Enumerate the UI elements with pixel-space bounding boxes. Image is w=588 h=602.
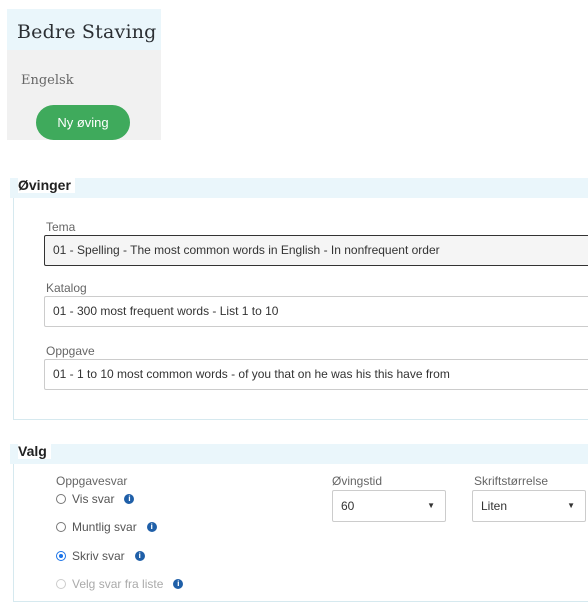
new-exercise-button[interactable]: Ny øving xyxy=(36,105,130,140)
info-icon[interactable]: i xyxy=(134,551,145,561)
subject-label: Engelsk xyxy=(21,73,74,88)
skriftstorrelse-value: Liten xyxy=(481,499,508,513)
radio-velg-svar-fra-liste[interactable]: Velg svar fra liste i xyxy=(56,577,184,591)
radio-icon[interactable] xyxy=(56,494,66,504)
valg-legend: Valg xyxy=(18,443,51,459)
radio-label: Vis svar xyxy=(72,492,115,506)
oppgave-label: Oppgave xyxy=(46,344,95,358)
radio-muntlig-svar[interactable]: Muntlig svar i xyxy=(56,520,157,534)
subject-card: Engelsk Ny øving xyxy=(7,50,161,140)
tema-value: 01 - Spelling - The most common words in… xyxy=(53,243,440,257)
info-icon[interactable]: i xyxy=(124,494,135,504)
radio-icon[interactable] xyxy=(56,551,66,561)
ovingstid-select[interactable]: 60 ▼ xyxy=(332,490,446,522)
skriftstorrelse-label: Skriftstørrelse xyxy=(474,474,549,488)
oppgavesvar-label: Oppgavesvar xyxy=(56,474,128,488)
caret-down-icon: ▼ xyxy=(427,501,435,510)
tema-label: Tema xyxy=(46,220,76,234)
radio-label: Muntlig svar xyxy=(72,520,137,534)
radio-vis-svar[interactable]: Vis svar i xyxy=(56,492,135,506)
ovinger-legend: Øvinger xyxy=(18,177,75,193)
caret-down-icon: ▼ xyxy=(567,501,575,510)
valg-panel: Valg Oppgavesvar Vis svar i Muntlig svar… xyxy=(10,443,588,602)
panel-header xyxy=(10,178,588,198)
radio-label: Skriv svar xyxy=(72,549,125,563)
radio-label: Velg svar fra liste xyxy=(72,577,164,591)
ovingstid-label: Øvingstid xyxy=(332,474,383,488)
ovingstid-value: 60 xyxy=(341,499,355,513)
oppgave-select[interactable]: 01 - 1 to 10 most common words - of you … xyxy=(44,359,588,390)
tema-select[interactable]: 01 - Spelling - The most common words in… xyxy=(44,235,588,266)
brand-card: Bedre Staving Engelsk Ny øving xyxy=(7,9,161,140)
oppgave-value: 01 - 1 to 10 most common words - of you … xyxy=(53,367,450,381)
radio-skriv-svar[interactable]: Skriv svar i xyxy=(56,549,145,563)
katalog-select[interactable]: 01 - 300 most frequent words - List 1 to… xyxy=(44,296,588,327)
app-title: Bedre Staving xyxy=(17,21,157,43)
skriftstorrelse-select[interactable]: Liten ▼ xyxy=(472,490,586,522)
radio-icon[interactable] xyxy=(56,522,66,532)
katalog-value: 01 - 300 most frequent words - List 1 to… xyxy=(53,304,279,318)
katalog-label: Katalog xyxy=(46,281,87,295)
info-icon[interactable]: i xyxy=(146,522,157,532)
ovinger-panel: Øvinger Tema 01 - Spelling - The most co… xyxy=(10,177,588,420)
panel-header xyxy=(10,444,588,464)
